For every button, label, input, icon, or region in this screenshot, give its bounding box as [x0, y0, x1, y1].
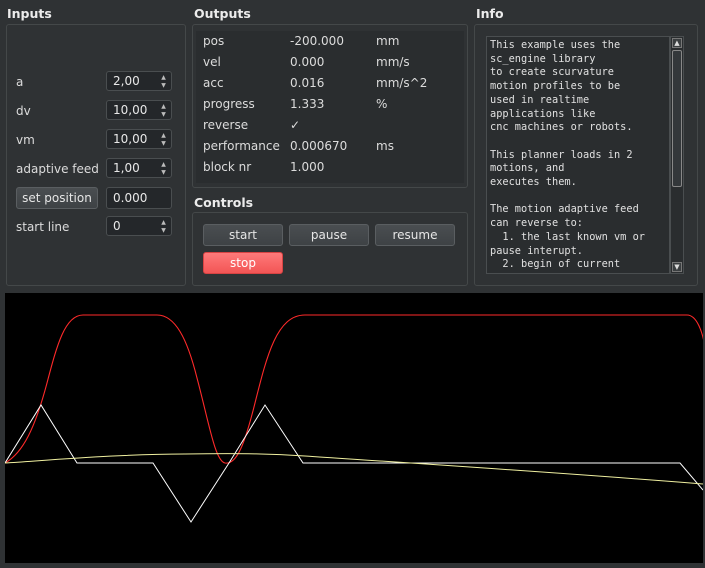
controls-title: Controls	[194, 195, 254, 210]
output-value: 1.333	[290, 97, 325, 111]
spin-down-icon[interactable]: ▼	[158, 168, 169, 176]
output-row-block-nr: block nr 1.000	[196, 157, 464, 178]
plot-curve-white	[4, 404, 704, 523]
start-line-label: start line	[16, 220, 70, 234]
start-button[interactable]: start	[203, 224, 283, 246]
spin-down-icon[interactable]: ▼	[158, 110, 169, 118]
outputs-table: pos -200.000 mm vel 0.000 mm/s acc 0.016…	[196, 31, 464, 183]
adaptive-feed-value: 1,00	[113, 161, 140, 175]
output-value: 1.000	[290, 160, 325, 174]
spin-up-icon[interactable]: ▲	[158, 73, 169, 81]
inputs-title: Inputs	[7, 6, 52, 21]
vm-label: vm	[16, 133, 35, 147]
output-name: pos	[203, 34, 225, 48]
vm-spinbox[interactable]: 10,00 ▲ ▼	[106, 129, 172, 149]
stop-button[interactable]: stop	[203, 252, 283, 274]
start-line-value: 0	[113, 219, 121, 233]
set-position-field[interactable]: 0.000	[106, 187, 172, 209]
output-unit: %	[376, 97, 388, 111]
start-line-spinbox[interactable]: 0 ▲ ▼	[106, 216, 172, 236]
vm-value: 10,00	[113, 132, 148, 146]
scroll-up-icon[interactable]: ▲	[672, 38, 682, 48]
pause-button[interactable]: pause	[289, 224, 369, 246]
info-scrollbar[interactable]: ▲ ▼	[670, 36, 684, 274]
spin-down-icon[interactable]: ▼	[158, 139, 169, 147]
set-position-button[interactable]: set position	[16, 187, 98, 209]
plot-curve-yellow	[4, 453, 704, 485]
dv-label: dv	[16, 104, 31, 118]
plot-curve-red	[4, 314, 705, 464]
output-unit: mm	[376, 34, 400, 48]
output-row-performance: performance 0.000670 ms	[196, 136, 464, 157]
output-name: performance	[203, 139, 280, 153]
motion-plot-svg	[4, 314, 705, 523]
spin-up-icon[interactable]: ▲	[158, 102, 169, 110]
reverse-check-icon: ✓	[290, 118, 301, 132]
output-value: 0.000670	[290, 139, 348, 153]
dv-value: 10,00	[113, 103, 148, 117]
dv-spinbox[interactable]: 10,00 ▲ ▼	[106, 100, 172, 120]
output-unit: mm/s^2	[376, 76, 428, 90]
spin-up-icon[interactable]: ▲	[158, 131, 169, 139]
output-value: 0.000	[290, 55, 325, 69]
output-unit: ms	[376, 139, 394, 153]
info-text: This example uses the sc_engine library …	[490, 39, 645, 273]
output-name: reverse	[203, 118, 249, 132]
outputs-title: Outputs	[194, 6, 251, 21]
output-row-pos: pos -200.000 mm	[196, 31, 464, 52]
output-name: progress	[203, 97, 255, 111]
info-textbox[interactable]: This example uses the sc_engine library …	[486, 36, 670, 274]
a-value: 2,00	[113, 74, 140, 88]
spin-down-icon[interactable]: ▼	[158, 81, 169, 89]
spin-up-icon[interactable]: ▲	[158, 218, 169, 226]
a-spinbox[interactable]: 2,00 ▲ ▼	[106, 71, 172, 91]
inputs-group	[6, 24, 186, 286]
output-row-acc: acc 0.016 mm/s^2	[196, 73, 464, 94]
output-unit: mm/s	[376, 55, 410, 69]
output-value: 0.016	[290, 76, 325, 90]
scrollbar-thumb[interactable]	[672, 50, 682, 187]
info-title: Info	[476, 6, 504, 21]
a-label: a	[16, 75, 24, 89]
adaptive-feed-label: adaptive feed	[16, 162, 99, 176]
scroll-down-icon[interactable]: ▼	[672, 262, 682, 272]
output-name: acc	[203, 76, 224, 90]
spin-up-icon[interactable]: ▲	[158, 160, 169, 168]
output-name: block nr	[203, 160, 252, 174]
output-value: -200.000	[290, 34, 344, 48]
output-row-progress: progress 1.333 %	[196, 94, 464, 115]
output-row-vel: vel 0.000 mm/s	[196, 52, 464, 73]
motion-plot	[4, 293, 705, 563]
set-position-value: 0.000	[113, 191, 148, 205]
spin-down-icon[interactable]: ▼	[158, 226, 169, 234]
adaptive-feed-spinbox[interactable]: 1,00 ▲ ▼	[106, 158, 172, 178]
output-name: vel	[203, 55, 221, 69]
resume-button[interactable]: resume	[375, 224, 455, 246]
output-row-reverse: reverse ✓	[196, 115, 464, 136]
